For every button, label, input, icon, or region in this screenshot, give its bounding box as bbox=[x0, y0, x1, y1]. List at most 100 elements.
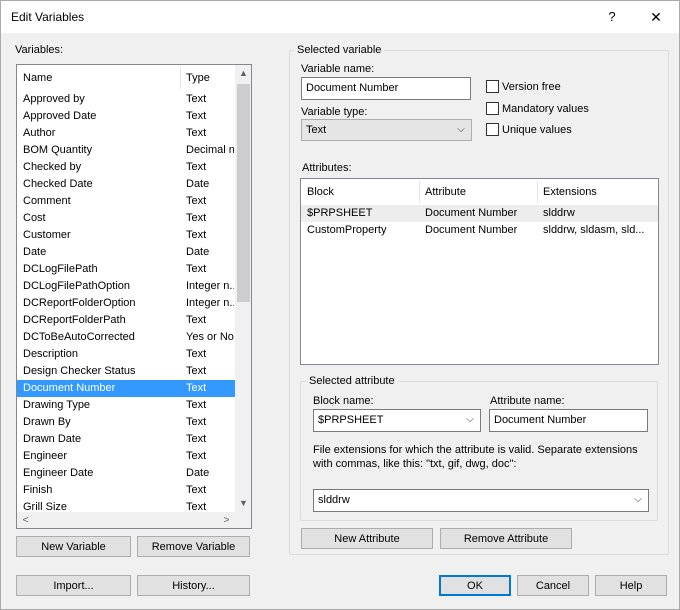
list-item[interactable]: Checked by Text bbox=[17, 159, 235, 176]
list-item[interactable]: Customer Text bbox=[17, 227, 235, 244]
list-item[interactable]: Document Number Text bbox=[17, 380, 235, 397]
list-item[interactable]: Drawn By Text bbox=[17, 414, 235, 431]
variable-type-cell: Text bbox=[186, 348, 207, 360]
variable-name-cell: Author bbox=[23, 127, 56, 139]
version-free-checkbox[interactable]: Version free bbox=[486, 80, 561, 93]
history-button[interactable]: History... bbox=[137, 575, 250, 596]
block-name-select[interactable]: $PRPSHEET ⌵ bbox=[313, 409, 481, 432]
import-button[interactable]: Import... bbox=[16, 575, 131, 596]
list-item[interactable]: Approved by Text bbox=[17, 91, 235, 108]
extensions-help-line1: File extensions for which the attribute … bbox=[313, 444, 638, 456]
list-item[interactable]: Description Text bbox=[17, 346, 235, 363]
variable-type-cell: Date bbox=[186, 246, 210, 258]
attribute-name-input[interactable]: Document Number bbox=[489, 409, 648, 432]
column-divider[interactable] bbox=[180, 67, 181, 89]
column-divider[interactable] bbox=[537, 181, 538, 203]
list-item[interactable]: Drawing Type Text bbox=[17, 397, 235, 414]
list-item[interactable]: Author Text bbox=[17, 125, 235, 142]
list-item[interactable]: BOM Quantity Decimal n... bbox=[17, 142, 235, 159]
variable-type-cell: Text bbox=[186, 365, 207, 377]
cell-extensions: slddrw bbox=[543, 207, 575, 219]
chevron-down-icon: ⌵ bbox=[457, 124, 465, 135]
column-header-name[interactable]: Name bbox=[23, 72, 52, 84]
variable-type-cell: Text bbox=[186, 314, 207, 326]
scroll-down-icon[interactable]: ▼ bbox=[235, 495, 251, 512]
help-button[interactable]: Help bbox=[595, 575, 667, 596]
variable-name-cell: Drawn Date bbox=[23, 433, 82, 445]
list-item[interactable]: DCToBeAutoCorrected Yes or No bbox=[17, 329, 235, 346]
chevron-down-icon: ⌵ bbox=[634, 494, 642, 505]
selected-attribute-title: Selected attribute bbox=[306, 375, 398, 387]
attribute-name-label: Attribute name: bbox=[490, 395, 565, 407]
help-icon[interactable]: ? bbox=[604, 7, 620, 27]
variable-name-cell: Cost bbox=[23, 212, 46, 224]
checkbox-box[interactable] bbox=[486, 80, 499, 93]
new-attribute-button[interactable]: New Attribute bbox=[301, 528, 433, 549]
list-item[interactable]: Comment Text bbox=[17, 193, 235, 210]
mandatory-values-checkbox[interactable]: Mandatory values bbox=[486, 102, 589, 115]
list-item[interactable]: Engineer Date Date bbox=[17, 465, 235, 482]
list-item[interactable]: Drawn Date Text bbox=[17, 431, 235, 448]
new-variable-button[interactable]: New Variable bbox=[16, 536, 131, 557]
variable-type-select[interactable]: Text ⌵ bbox=[301, 119, 472, 141]
scroll-thumb[interactable] bbox=[237, 84, 250, 302]
variable-name-cell: BOM Quantity bbox=[23, 144, 93, 156]
variable-name-cell: Approved Date bbox=[23, 110, 97, 122]
column-header-attribute[interactable]: Attribute bbox=[425, 186, 466, 198]
table-row[interactable]: $PRPSHEET Document Number slddrw bbox=[301, 205, 658, 222]
list-item[interactable]: DCLogFilePathOption Integer n... bbox=[17, 278, 235, 295]
list-item[interactable]: DCLogFilePath Text bbox=[17, 261, 235, 278]
variables-rows: Approved by Text Approved Date Text Author Te… bbox=[17, 91, 235, 516]
variables-horizontal-scrollbar[interactable]: < > bbox=[17, 512, 235, 528]
variable-name-cell: DCReportFolderPath bbox=[23, 314, 126, 326]
variables-list[interactable]: Name Type Approved by Text Approved Date Te… bbox=[16, 64, 252, 529]
list-item[interactable]: DCReportFolderOption Integer n... bbox=[17, 295, 235, 312]
remove-variable-button[interactable]: Remove Variable bbox=[137, 536, 250, 557]
list-item[interactable]: Finish Text bbox=[17, 482, 235, 499]
remove-attribute-button[interactable]: Remove Attribute bbox=[440, 528, 572, 549]
variable-name-cell: Customer bbox=[23, 229, 71, 241]
variable-type-cell: Text bbox=[186, 416, 207, 428]
variable-name-cell: Checked Date bbox=[23, 178, 93, 190]
scroll-up-icon[interactable]: ▲ bbox=[235, 65, 251, 82]
cell-extensions: slddrw, sldasm, sld... bbox=[543, 224, 645, 236]
list-item[interactable]: Checked Date Date bbox=[17, 176, 235, 193]
chevron-down-icon: ⌵ bbox=[466, 414, 474, 425]
attributes-label: Attributes: bbox=[302, 162, 352, 174]
edit-variables-dialog: Edit Variables ? ✕ Variables: Name Type … bbox=[0, 0, 680, 610]
column-divider[interactable] bbox=[419, 181, 420, 203]
cancel-button[interactable]: Cancel bbox=[517, 575, 589, 596]
attributes-list[interactable]: Block Attribute Extensions $PRPSHEET Doc… bbox=[300, 178, 659, 365]
scroll-right-icon[interactable]: > bbox=[218, 512, 235, 528]
extensions-select[interactable]: slddrw ⌵ bbox=[313, 489, 649, 512]
checkbox-box[interactable] bbox=[486, 102, 499, 115]
column-header-type[interactable]: Type bbox=[186, 72, 210, 84]
list-item[interactable]: Approved Date Text bbox=[17, 108, 235, 125]
variable-name-input[interactable]: Document Number bbox=[301, 77, 471, 100]
variable-name-cell: Comment bbox=[23, 195, 71, 207]
variables-vertical-scrollbar[interactable]: ▲ ▼ bbox=[235, 65, 251, 512]
variable-type-cell: Date bbox=[186, 467, 210, 479]
table-row[interactable]: CustomProperty Document Number slddrw, s… bbox=[301, 222, 658, 239]
column-header-extensions[interactable]: Extensions bbox=[543, 186, 597, 198]
unique-values-checkbox[interactable]: Unique values bbox=[486, 123, 572, 136]
checkbox-box[interactable] bbox=[486, 123, 499, 136]
variable-type-cell: Text bbox=[186, 212, 207, 224]
close-icon[interactable]: ✕ bbox=[646, 7, 666, 27]
scroll-left-icon[interactable]: < bbox=[17, 512, 34, 528]
variable-type-cell: Text bbox=[186, 110, 207, 122]
list-item[interactable]: Cost Text bbox=[17, 210, 235, 227]
list-item[interactable]: DCReportFolderPath Text bbox=[17, 312, 235, 329]
list-item[interactable]: Design Checker Status Text bbox=[17, 363, 235, 380]
list-item[interactable]: Engineer Text bbox=[17, 448, 235, 465]
variable-name-cell: Date bbox=[23, 246, 47, 258]
variable-name-cell: DCReportFolderOption bbox=[23, 297, 136, 309]
ok-button[interactable]: OK bbox=[439, 575, 511, 596]
list-item[interactable]: Date Date bbox=[17, 244, 235, 261]
variable-name-cell: Document Number bbox=[23, 382, 116, 394]
cell-attribute: Document Number bbox=[425, 207, 518, 219]
column-header-block[interactable]: Block bbox=[307, 186, 334, 198]
variable-type-cell: Text bbox=[186, 399, 207, 411]
version-free-label: Version free bbox=[502, 81, 561, 93]
extensions-help-line2: with commas, like this: "txt, gif, dwg, … bbox=[313, 458, 517, 470]
